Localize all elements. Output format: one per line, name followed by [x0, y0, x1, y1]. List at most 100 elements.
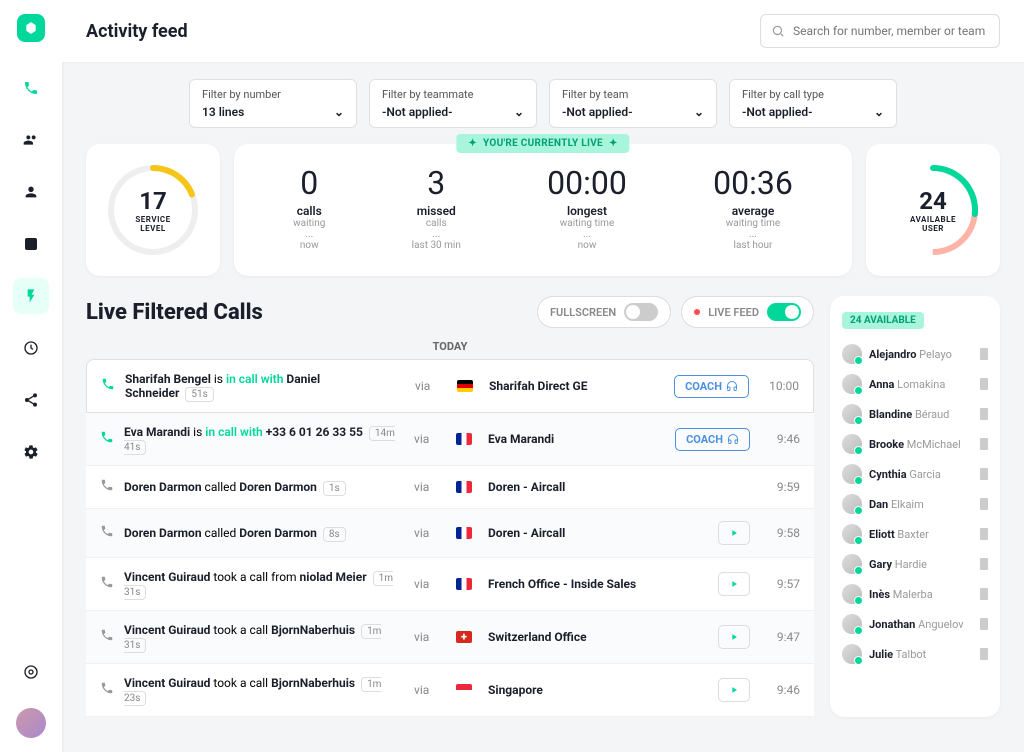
chevron-down-icon: ⌄	[334, 105, 344, 119]
flag-icon	[456, 578, 472, 590]
nav-settings-icon[interactable]	[13, 434, 49, 470]
nav-team-icon[interactable]	[13, 122, 49, 158]
nav-help-icon[interactable]	[13, 654, 49, 690]
avatar	[842, 614, 862, 634]
calls-title: Live Filtered Calls	[86, 300, 263, 325]
play-button[interactable]	[718, 521, 750, 545]
phone-icon	[100, 575, 114, 593]
flag-icon	[456, 433, 472, 445]
chevron-down-icon: ⌄	[874, 105, 884, 119]
metric: 00:36averagewaiting time...last hour	[713, 164, 793, 251]
available-user-row[interactable]: Gary Hardie	[842, 549, 988, 579]
available-user-row[interactable]: Blandine Béraud	[842, 399, 988, 429]
device-icon	[980, 378, 988, 390]
device-icon	[980, 558, 988, 570]
available-user-row[interactable]: Cynthia Garcia	[842, 459, 988, 489]
avatar	[842, 464, 862, 484]
header: Activity feed	[62, 0, 1024, 63]
nav-user-icon[interactable]	[13, 174, 49, 210]
search-input[interactable]	[760, 14, 1000, 48]
available-user-row[interactable]: Inès Malerba	[842, 579, 988, 609]
available-badge: 24 AVAILABLE	[842, 312, 924, 329]
device-icon	[980, 498, 988, 510]
flag-icon	[456, 527, 472, 539]
today-label: TODAY	[86, 340, 814, 353]
device-icon	[980, 528, 988, 540]
calls-list: Sharifah Bengel is in call with Daniel S…	[86, 359, 814, 717]
play-button[interactable]	[718, 678, 750, 702]
coach-button[interactable]: COACH	[674, 375, 749, 398]
search-icon	[771, 24, 785, 38]
nav-share-icon[interactable]	[13, 382, 49, 418]
call-row[interactable]: Vincent Guiraud took a call from niolad …	[86, 558, 814, 611]
phone-icon	[100, 478, 114, 496]
fullscreen-toggle[interactable]: FULLSCREEN	[537, 296, 671, 328]
device-icon	[980, 468, 988, 480]
metric: 00:00longestwaiting time...now	[547, 164, 627, 251]
phone-icon	[100, 628, 114, 646]
available-user-card: 24AVAILABLE USER	[866, 144, 1000, 276]
flag-icon	[457, 380, 473, 392]
call-row[interactable]: Doren Darmon called Doren Darmon8s via D…	[86, 509, 814, 558]
metric: 3missedcalls...last 30 min	[412, 164, 461, 251]
phone-icon	[100, 430, 114, 448]
phone-icon	[100, 524, 114, 542]
available-user-row[interactable]: Anna Lomakina	[842, 369, 988, 399]
available-user-row[interactable]: Brooke McMichael	[842, 429, 988, 459]
coach-button[interactable]: COACH	[675, 428, 750, 451]
nav-activity-icon[interactable]	[13, 278, 49, 314]
device-icon	[980, 618, 988, 630]
page-title: Activity feed	[86, 21, 188, 42]
available-user-row[interactable]: Jonathan Anguelov	[842, 609, 988, 639]
play-button[interactable]	[718, 625, 750, 649]
device-icon	[980, 408, 988, 420]
call-row[interactable]: Doren Darmon called Doren Darmon1s via D…	[86, 466, 814, 509]
nav-stats-icon[interactable]	[13, 226, 49, 262]
available-user-row[interactable]: Julie Talbot	[842, 639, 988, 669]
device-icon	[980, 588, 988, 600]
avatar	[842, 554, 862, 574]
avatar	[842, 404, 862, 424]
avatar	[842, 524, 862, 544]
livefeed-toggle[interactable]: LIVE FEED	[681, 296, 814, 328]
avatar	[842, 494, 862, 514]
avatar	[842, 584, 862, 604]
filter-dropdown[interactable]: Filter by team-Not applied-⌄	[549, 79, 717, 128]
device-icon	[980, 648, 988, 660]
user-avatar[interactable]	[16, 708, 46, 738]
available-user-row[interactable]: Dan Elkaim	[842, 489, 988, 519]
call-row[interactable]: Sharifah Bengel is in call with Daniel S…	[86, 359, 814, 413]
nav-phone-icon[interactable]	[13, 70, 49, 106]
service-level-card: 17SERVICE LEVEL	[86, 144, 220, 276]
avatar	[842, 434, 862, 454]
metrics-card: ✦ YOU'RE CURRENTLY LIVE ✦ 0callswaiting.…	[234, 144, 852, 276]
metric: 0callswaiting...now	[293, 164, 325, 251]
filter-dropdown[interactable]: Filter by teammate-Not applied-⌄	[369, 79, 537, 128]
live-badge: ✦ YOU'RE CURRENTLY LIVE ✦	[456, 134, 629, 153]
available-panel: 24 AVAILABLE Alejandro PelayoAnna Lomaki…	[830, 296, 1000, 717]
logo[interactable]	[17, 14, 45, 42]
filters-row: Filter by number13 lines⌄Filter by teamm…	[86, 79, 1000, 128]
call-row[interactable]: Vincent Guiraud took a call BjornNaberhu…	[86, 664, 814, 717]
play-button[interactable]	[718, 572, 750, 596]
call-row[interactable]: Vincent Guiraud took a call BjornNaberhu…	[86, 611, 814, 664]
avatar	[842, 644, 862, 664]
flag-icon	[456, 684, 472, 696]
filter-dropdown[interactable]: Filter by number13 lines⌄	[189, 79, 357, 128]
chevron-down-icon: ⌄	[514, 105, 524, 119]
nav-history-icon[interactable]	[13, 330, 49, 366]
flag-icon	[456, 631, 472, 643]
phone-icon	[101, 377, 115, 395]
call-row[interactable]: Eva Marandi is in call with +33 6 01 26 …	[86, 413, 814, 466]
device-icon	[980, 438, 988, 450]
avatar	[842, 344, 862, 364]
available-user-row[interactable]: Eliott Baxter	[842, 519, 988, 549]
device-icon	[980, 348, 988, 360]
avatar	[842, 374, 862, 394]
filter-dropdown[interactable]: Filter by call type-Not applied-⌄	[729, 79, 897, 128]
side-nav	[0, 0, 62, 752]
phone-icon	[100, 681, 114, 699]
flag-icon	[456, 481, 472, 493]
available-user-row[interactable]: Alejandro Pelayo	[842, 339, 988, 369]
chevron-down-icon: ⌄	[694, 105, 704, 119]
